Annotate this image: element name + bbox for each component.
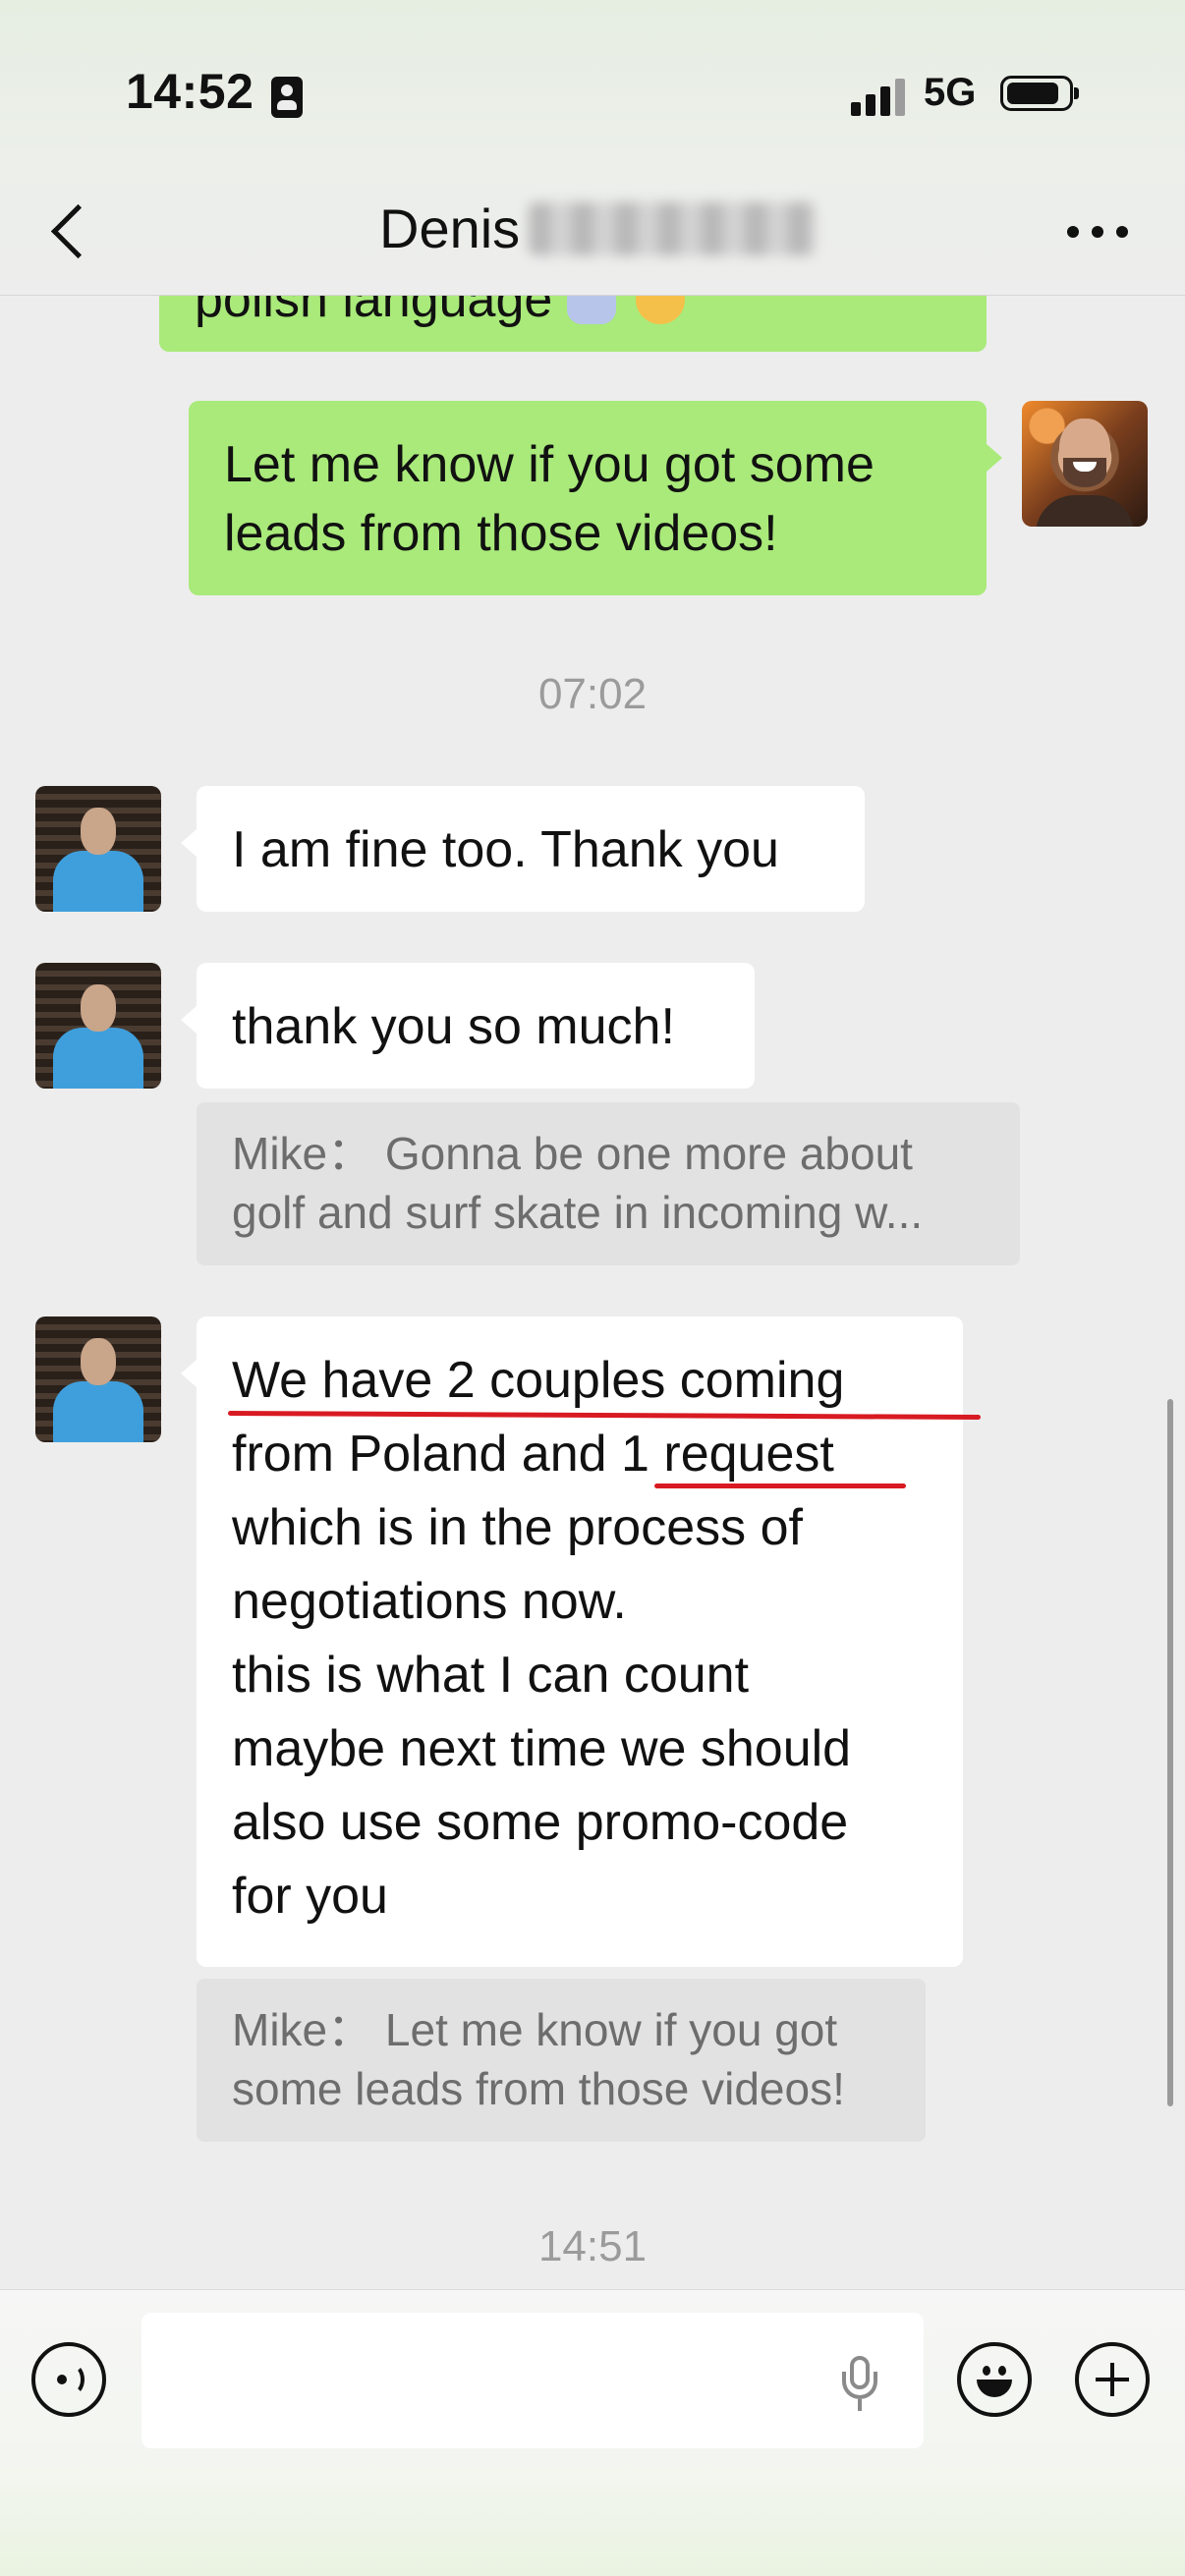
voice-mode-icon[interactable] xyxy=(31,2342,106,2417)
message-received[interactable]: I am fine too. Thank you xyxy=(181,786,865,912)
message-text-line: from Poland and 1 request xyxy=(232,1426,834,1483)
quote-text-line: golf and surf skate in incoming w... xyxy=(232,1187,924,1238)
quoted-reply[interactable]: Mike： Gonna be one more about golf and s… xyxy=(197,1102,1020,1265)
message-text-line: We have 2 couples coming xyxy=(232,1352,845,1409)
message-text-line: this is what I can count xyxy=(232,1647,750,1704)
redacted-name xyxy=(529,202,816,255)
message-text-line: leads from those videos! xyxy=(224,505,778,562)
message-sent[interactable]: Let me know if you got some leads from t… xyxy=(189,401,1002,595)
id-card-icon xyxy=(271,77,303,118)
message-text-line: Let me know if you got some xyxy=(224,436,875,493)
red-underline-annotation xyxy=(654,1484,906,1488)
chat-history[interactable]: polish language Let me know if you got s… xyxy=(0,0,1185,2289)
top-bar: 14:52 5G Denis xyxy=(0,0,1185,296)
emoji-icon[interactable] xyxy=(957,2342,1032,2417)
quoted-reply[interactable]: Mike： Let me know if you got some leads … xyxy=(197,1979,926,2142)
message-text: I am fine too. Thank you xyxy=(232,821,779,878)
more-dots-icon[interactable] xyxy=(1063,206,1132,255)
message-text-line: maybe next time we should xyxy=(232,1720,852,1777)
network-type: 5G xyxy=(924,71,977,114)
message-text-line: also use some promo-code xyxy=(232,1794,849,1851)
battery-icon xyxy=(1000,76,1079,111)
timestamp: 07:02 xyxy=(537,670,648,718)
my-avatar[interactable] xyxy=(1022,401,1148,527)
quote-text-line: some leads from those videos! xyxy=(232,2063,845,2114)
chevron-left-icon[interactable] xyxy=(39,195,98,267)
chat-title: Denis xyxy=(379,197,521,259)
scrollbar[interactable] xyxy=(1167,1399,1173,2106)
contact-avatar[interactable] xyxy=(35,1316,161,1442)
message-text-line: which is in the process of xyxy=(232,1499,803,1556)
signal-icon xyxy=(851,79,906,116)
message-text: thank you so much! xyxy=(232,998,675,1055)
message-input[interactable] xyxy=(141,2313,924,2448)
contact-avatar[interactable] xyxy=(35,963,161,1089)
microphone-icon[interactable] xyxy=(841,2356,878,2411)
timestamp: 14:51 xyxy=(537,2222,648,2270)
status-time: 14:52 xyxy=(126,64,254,119)
message-received[interactable]: thank you so much! xyxy=(181,963,755,1089)
plus-icon[interactable] xyxy=(1075,2342,1150,2417)
quote-text-line: Mike： Gonna be one more about xyxy=(232,1128,913,1179)
message-text-line: for you xyxy=(232,1868,388,1925)
message-text-line: negotiations now. xyxy=(232,1573,627,1630)
contact-avatar[interactable] xyxy=(35,786,161,912)
quote-text-line: Mike： Let me know if you got xyxy=(232,2004,838,2055)
